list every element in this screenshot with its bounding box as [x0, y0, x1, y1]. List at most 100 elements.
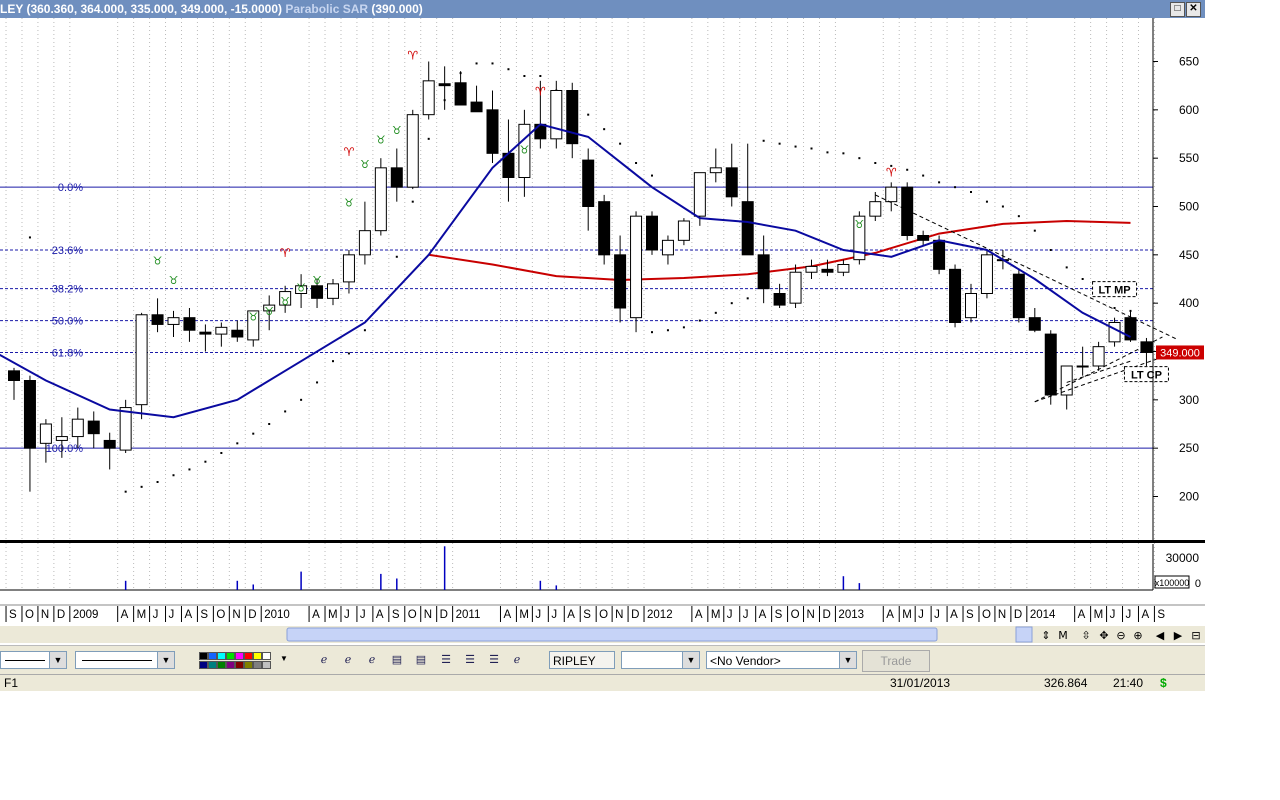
- candle-body: [677, 220, 690, 241]
- line-width-select[interactable]: ▼: [75, 651, 175, 669]
- color-swatch[interactable]: [217, 661, 226, 669]
- date-axis-label: J: [727, 609, 733, 621]
- vendor-select[interactable]: <No Vendor> ▼: [706, 651, 857, 669]
- zoom-in-icon[interactable]: ⊕: [1133, 629, 1142, 642]
- date-axis-label: 2009: [73, 609, 99, 621]
- date-axis-label: S: [200, 609, 208, 621]
- trade-button[interactable]: Trade: [862, 650, 930, 672]
- color-swatch[interactable]: [217, 652, 226, 660]
- color-swatch[interactable]: [235, 652, 244, 660]
- candle-body: [757, 254, 770, 290]
- candle-body: [342, 254, 355, 283]
- calendar-icon[interactable]: ▤: [413, 652, 429, 668]
- fibonacci-level-label: 23.6%: [52, 245, 83, 257]
- scroll-right-button[interactable]: [1015, 626, 1033, 643]
- symbol-value: RIPLEY: [553, 654, 596, 668]
- parabolic-sar-dot: [427, 137, 430, 140]
- color-swatch[interactable]: [199, 661, 208, 669]
- price-axis-label: 300: [1179, 393, 1199, 407]
- color-palette[interactable]: ▼: [196, 651, 291, 669]
- candlestick: [119, 399, 132, 453]
- color-swatch[interactable]: [253, 652, 262, 660]
- candle-body: [837, 264, 850, 273]
- parabolic-sar-dot: [507, 68, 510, 71]
- color-swatch[interactable]: [226, 661, 235, 669]
- chart-background: [0, 18, 1205, 645]
- candlestick: [374, 158, 387, 236]
- color-swatch[interactable]: [208, 661, 217, 669]
- color-swatch[interactable]: [253, 661, 262, 669]
- browser-icon[interactable]: ℯ: [364, 652, 380, 668]
- candle-body: [8, 370, 20, 382]
- parabolic-sar-dot: [794, 145, 797, 148]
- calendar-icon[interactable]: ▤: [389, 652, 405, 668]
- volume-scale-label: x100000: [1155, 578, 1190, 588]
- panel-icon[interactable]: ⊟: [1191, 629, 1200, 642]
- restore-window-button[interactable]: □: [1170, 2, 1185, 17]
- date-axis-label: S: [9, 609, 17, 621]
- bull-signal-icon: ♉: [264, 305, 274, 318]
- arrow-left-icon[interactable]: ◀: [1156, 629, 1165, 642]
- date-axis-label: 2010: [264, 609, 290, 621]
- scrollbar-thumb[interactable]: [286, 627, 938, 642]
- close-window-button[interactable]: ✕: [1186, 2, 1201, 17]
- price-chart[interactable]: 0.0%23.6%38.2%50.0%61.8%100.0%♉♉♉ ♉♉♉♉♉♉♉…: [0, 18, 1205, 645]
- current-price-label: 349.000: [1160, 347, 1200, 359]
- parabolic-sar-dot: [970, 191, 972, 193]
- color-swatch[interactable]: [199, 652, 208, 660]
- color-swatch[interactable]: [226, 652, 235, 660]
- zoom-mode-icon[interactable]: M: [1058, 629, 1068, 642]
- candle-body: [151, 314, 164, 325]
- symbol-field[interactable]: RIPLEY: [549, 651, 615, 669]
- date-axis-label: N: [807, 609, 815, 621]
- chevron-down-icon[interactable]: ▼: [280, 654, 288, 663]
- date-axis-label: A: [376, 609, 384, 621]
- date-axis-label: S: [392, 609, 400, 621]
- bull-signal-icon: ♉: [519, 143, 529, 156]
- parabolic-sar-dot: [475, 62, 478, 65]
- annotation-label: LT CP: [1131, 370, 1162, 382]
- candle-body: [598, 201, 611, 256]
- date-axis-label: S: [583, 609, 591, 621]
- layout-icon[interactable]: ☰: [486, 652, 502, 668]
- date-axis-label: J: [1110, 609, 1116, 621]
- date-axis-label: N: [615, 609, 623, 621]
- parabolic-sar-dot: [826, 151, 829, 154]
- candle-body: [582, 159, 595, 208]
- candle-body: [805, 265, 818, 273]
- candle-body: [917, 235, 930, 241]
- layout-icon[interactable]: ☰: [462, 652, 478, 668]
- browser-icon[interactable]: ℯ: [509, 652, 525, 668]
- color-swatch[interactable]: [244, 661, 253, 669]
- color-swatch[interactable]: [244, 652, 253, 660]
- layout-icon[interactable]: ☰: [438, 652, 454, 668]
- zoom-out-icon[interactable]: ⊖: [1116, 629, 1125, 642]
- date-axis-label: A: [1078, 609, 1086, 621]
- color-swatch[interactable]: [262, 652, 271, 660]
- browser-icon[interactable]: ℯ: [316, 652, 332, 668]
- candle-body: [135, 314, 148, 406]
- color-swatch[interactable]: [208, 652, 217, 660]
- date-axis-label: O: [408, 609, 417, 621]
- parabolic-sar-dot: [698, 319, 701, 322]
- parabolic-sar-dot: [1081, 278, 1084, 280]
- status-bar: F1 31/01/2013 326.864 21:40 $: [0, 674, 1205, 691]
- candle-body: [486, 109, 499, 154]
- move-icon[interactable]: ✥: [1099, 629, 1108, 642]
- candle-body: [422, 80, 435, 116]
- date-axis-label: D: [440, 609, 448, 621]
- parabolic-sar-dot: [938, 181, 941, 184]
- browser-icon[interactable]: ℯ: [340, 652, 356, 668]
- vertical-scale-icon[interactable]: ⇳: [1081, 629, 1090, 642]
- date-axis-label: M: [519, 609, 529, 621]
- color-swatch[interactable]: [235, 661, 244, 669]
- parabolic-sar-dot: [300, 398, 303, 401]
- line-style-select[interactable]: ▼: [0, 651, 67, 669]
- color-swatch[interactable]: [262, 661, 271, 669]
- scroll-icon[interactable]: ⇕: [1041, 629, 1050, 642]
- arrow-right-icon[interactable]: ▶: [1174, 629, 1183, 642]
- price-axis-label: 450: [1179, 248, 1199, 262]
- candlestick: [901, 182, 914, 241]
- parabolic-sar-dot: [651, 331, 653, 334]
- timeframe-select[interactable]: ▼: [621, 651, 700, 669]
